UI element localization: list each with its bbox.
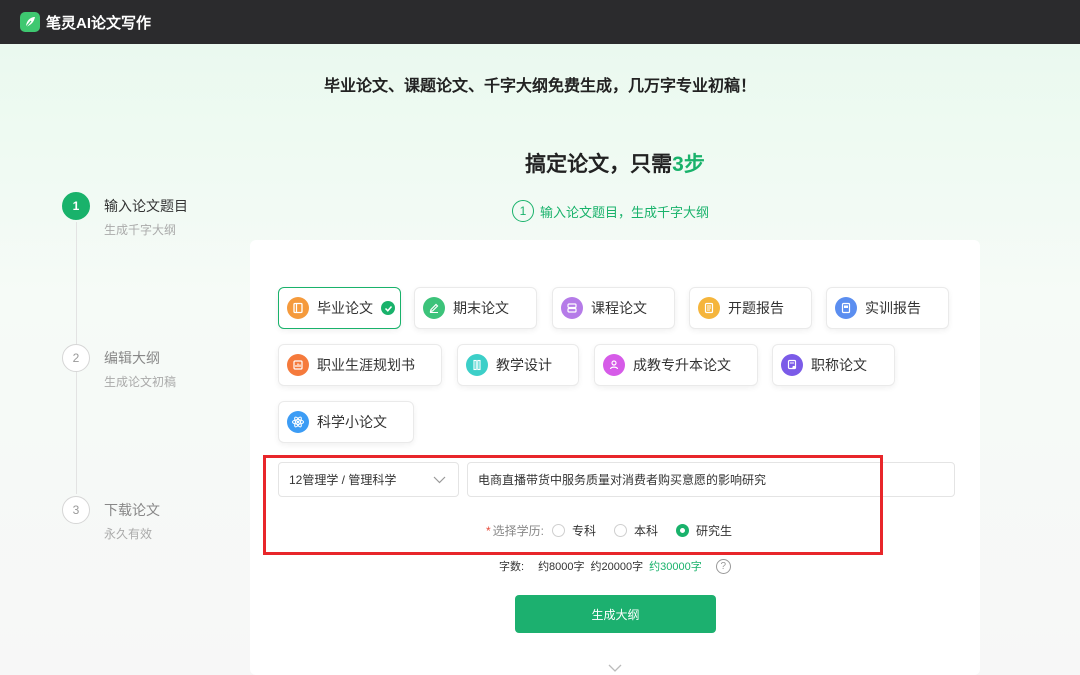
ruler-icon	[466, 354, 488, 376]
pen-icon	[423, 297, 445, 319]
top-bar: 笔灵AI论文写作	[0, 0, 1080, 44]
page-title-prefix: 搞定论文，只需	[525, 153, 673, 176]
chart-icon	[287, 354, 309, 376]
chevron-down-icon[interactable]	[608, 660, 622, 675]
document-icon	[835, 297, 857, 319]
word-count-selector: 字数: 约8000字 约20000字 约30000字 ?	[499, 558, 731, 574]
people-icon	[603, 354, 625, 376]
step-1-number: 1	[62, 192, 90, 220]
radio-label: 本科	[634, 524, 659, 538]
page-title: 搞定论文，只需3步	[0, 148, 1080, 178]
radio-icon	[614, 524, 628, 537]
step-3-title: 下载论文	[104, 502, 160, 518]
step-1: 1 输入论文题目 生成千字大纲	[62, 192, 188, 238]
layers-icon	[561, 297, 583, 319]
step-2: 2 编辑大纲 生成论文初稿	[62, 344, 176, 390]
paper-type-label: 教学设计	[496, 357, 552, 373]
paper-type-science[interactable]: 科学小论文	[278, 401, 414, 443]
chevron-down-icon	[433, 474, 446, 488]
help-icon[interactable]: ?	[715, 558, 731, 574]
education-option-associate[interactable]: 专科	[552, 522, 596, 539]
slogan: 毕业论文、课题论文、千字大纲免费生成，几万字专业初稿！	[323, 78, 756, 95]
check-icon	[381, 301, 395, 315]
generate-outline-button[interactable]: 生成大纲	[515, 595, 716, 633]
paper-type-label: 职称论文	[811, 357, 867, 373]
paper-type-career-plan[interactable]: 职业生涯规划书	[278, 344, 442, 386]
paper-type-practical[interactable]: 实训报告	[826, 287, 949, 329]
paper-type-label: 成教专升本论文	[633, 357, 731, 373]
subject-select[interactable]: 12管理学 / 管理科学	[278, 462, 459, 497]
paper-type-label: 课程论文	[591, 300, 647, 316]
step-1-subtitle: 生成千字大纲	[104, 223, 177, 237]
current-step-hint: 1 输入论文题目，生成千字大纲	[512, 200, 709, 222]
paper-type-label: 科学小论文	[317, 414, 387, 430]
subject-select-value: 12管理学 / 管理科学	[289, 473, 397, 487]
education-label: 选择学历:	[492, 524, 545, 538]
word-count-option-30000[interactable]: 约30000字	[649, 558, 702, 574]
step-2-subtitle: 生成论文初稿	[104, 375, 177, 389]
word-count-option-20000[interactable]: 约20000字	[591, 558, 644, 574]
step-3: 3 下载论文 永久有效	[62, 496, 160, 542]
paper-type-final[interactable]: 期末论文	[414, 287, 537, 329]
atom-icon	[287, 411, 309, 433]
feather-logo-icon	[20, 12, 40, 32]
app-title: 笔灵AI论文写作	[46, 14, 152, 32]
paper-type-graduation[interactable]: 毕业论文	[278, 287, 401, 329]
education-option-graduate[interactable]: 研究生	[676, 522, 732, 539]
paper-type-label: 实训报告	[865, 300, 921, 316]
radio-label: 研究生	[696, 524, 733, 538]
report-icon	[698, 297, 720, 319]
paper-title-input[interactable]	[467, 462, 955, 497]
step-3-number: 3	[62, 496, 90, 524]
education-selector: * 选择学历: 专科 本科 研究生	[486, 522, 750, 539]
paper-type-label: 期末论文	[453, 300, 509, 316]
education-option-bachelor[interactable]: 本科	[614, 522, 658, 539]
radio-icon	[552, 524, 566, 537]
step-1-title: 输入论文题目	[104, 198, 188, 214]
radio-selected-icon	[676, 524, 690, 537]
page-title-highlight: 3步	[672, 153, 705, 176]
step-2-title: 编辑大纲	[104, 350, 160, 366]
radio-label: 专科	[572, 524, 597, 538]
paper-type-course[interactable]: 课程论文	[552, 287, 675, 329]
book-icon	[287, 297, 309, 319]
paper-type-label: 毕业论文	[317, 300, 373, 316]
word-count-option-8000[interactable]: 约8000字	[538, 558, 584, 574]
paper-type-professional-title[interactable]: 职称论文	[772, 344, 895, 386]
word-count-label: 字数:	[499, 561, 525, 573]
step-2-number: 2	[62, 344, 90, 372]
certificate-icon	[781, 354, 803, 376]
paper-type-teaching-design[interactable]: 教学设计	[457, 344, 579, 386]
step-hint-text: 输入论文题目，生成千字大纲	[540, 204, 710, 220]
paper-type-label: 开题报告	[728, 300, 784, 316]
step-3-subtitle: 永久有效	[104, 527, 153, 541]
paper-type-proposal[interactable]: 开题报告	[689, 287, 812, 329]
paper-type-adult-education[interactable]: 成教专升本论文	[594, 344, 758, 386]
paper-type-label: 职业生涯规划书	[317, 357, 415, 373]
required-mark: *	[486, 523, 491, 538]
step-hint-number: 1	[512, 200, 534, 222]
